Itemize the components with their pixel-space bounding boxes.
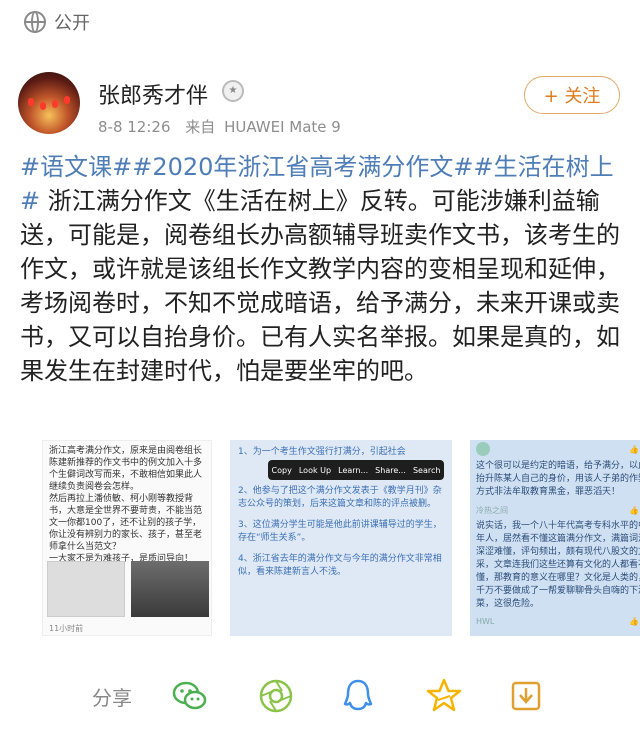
image-grid: 浙江高考满分作文，原来是由阅卷组长陈建新推荐的作文书中的例文加入十多个生僻词改写…: [42, 440, 640, 636]
thumb2-line: 1、为一个考生作文强行打满分，引起社会: [238, 447, 406, 457]
moments-icon[interactable]: [256, 676, 296, 716]
thumb1-line: 然后再拉上潘侦敏、柯小刚等教授背书，大意是全世界不要苛责，不能当范文一你都100…: [49, 494, 203, 552]
comment-text: 说实话，我一个八十年代高考专科水平的中年人，居然看不懂这篇满分作文，满篇词汇深涩…: [476, 521, 640, 609]
qq-icon[interactable]: [338, 676, 378, 716]
globe-icon: [24, 11, 46, 33]
commenter-avatar: [476, 442, 490, 456]
commenter-name: 冷热之间: [476, 506, 508, 515]
comment-head: 冷热之间 👍 18: [470, 503, 640, 516]
comment-head: 👍 20: [470, 440, 640, 456]
share-label: 分享: [92, 686, 132, 710]
menu-copy: Copy: [271, 465, 292, 475]
comment-head: HWL 👍 15: [470, 615, 640, 626]
thumb1-line: 浙江高考满分作文，原来是由阅卷组长陈建新推荐的作文书中的例文加入十多个生僻词改写…: [49, 446, 203, 492]
thumb1-text: 浙江高考满分作文，原来是由阅卷组长陈建新推荐的作文书中的例文加入十多个生僻词改写…: [43, 441, 211, 581]
presenter-photo: [131, 561, 209, 617]
author-name[interactable]: 张郎秀才伴: [98, 78, 208, 110]
post-body: #语文课##2020年浙江省高考满分作文##生活在树上# 浙江满分作文《生活在树…: [20, 150, 620, 388]
menu-search: Search: [412, 465, 441, 475]
thumb2-line: 2、他参与了把这个满分作文发表于《教学月刊》杂志公众号的策划，后来这篇文章和陈的…: [238, 486, 442, 509]
favorites-icon[interactable]: [506, 676, 546, 716]
avatar[interactable]: [18, 72, 80, 134]
post-time: 8-8 12:26: [98, 118, 171, 136]
post-meta: 8-8 12:26 来自 HUAWEI Mate 9: [98, 116, 351, 137]
menu-learn: Learn...: [338, 465, 369, 475]
qzone-icon[interactable]: [424, 676, 464, 716]
visibility-bar: 公开: [0, 0, 640, 44]
image-thumbnail-2[interactable]: 1、为一个考生作文强行打满分，引起社会 2、他参与了把这个满分作文发表于《教学月…: [230, 440, 452, 636]
like-count: 👍 20: [629, 444, 640, 454]
menu-share: Share...: [375, 465, 406, 475]
thumb2-line: 3、这位满分学生可能是他此前讲课辅导过的学生，存在“师生关系”。: [238, 520, 442, 543]
source-prefix: 来自: [185, 118, 216, 136]
menu-look-up: Look Up: [298, 465, 332, 475]
follow-button[interactable]: + 关注: [524, 76, 620, 114]
post-text: 浙江满分作文《生活在树上》反转。可能涉嫌利益输送，可能是，阅卷组长办高额辅导班卖…: [20, 187, 620, 385]
context-menu: Copy Look Up Learn... Share... Search: [268, 460, 444, 480]
visibility-label: 公开: [54, 13, 90, 34]
comment-text: 这个很可以是约定的暗语，给予满分，以此抬升陈某人自己的身价，用该人子弟的作弊方式…: [476, 461, 640, 497]
like-count: 👍 18: [629, 506, 640, 515]
device-name: HUAWEI Mate 9: [224, 118, 341, 136]
image-thumbnail-1[interactable]: 浙江高考满分作文，原来是由阅卷组长陈建新推荐的作文书中的例文加入十多个生僻词改写…: [42, 440, 212, 636]
commenter-name: HWL: [476, 617, 495, 626]
thumb2-line: 4、浙江省去年的满分作文与今年的满分作文非常相似，看来陈建新言人不浅。: [238, 554, 442, 577]
vip-medal-icon[interactable]: ★: [222, 80, 244, 102]
thumb1-time: 11小时前: [49, 624, 84, 633]
image-thumbnail-3[interactable]: 👍 20 这个很可以是约定的暗语，给予满分，以此抬升陈某人自己的身价，用该人子弟…: [470, 440, 640, 636]
wechat-icon[interactable]: [170, 676, 210, 716]
document-photo: [47, 561, 125, 617]
post-header: 张郎秀才伴 ★ 8-8 12:26 来自 HUAWEI Mate 9 + 关注: [0, 60, 640, 150]
like-count: 👍 15: [629, 617, 640, 626]
share-bar: 分享: [0, 668, 640, 724]
